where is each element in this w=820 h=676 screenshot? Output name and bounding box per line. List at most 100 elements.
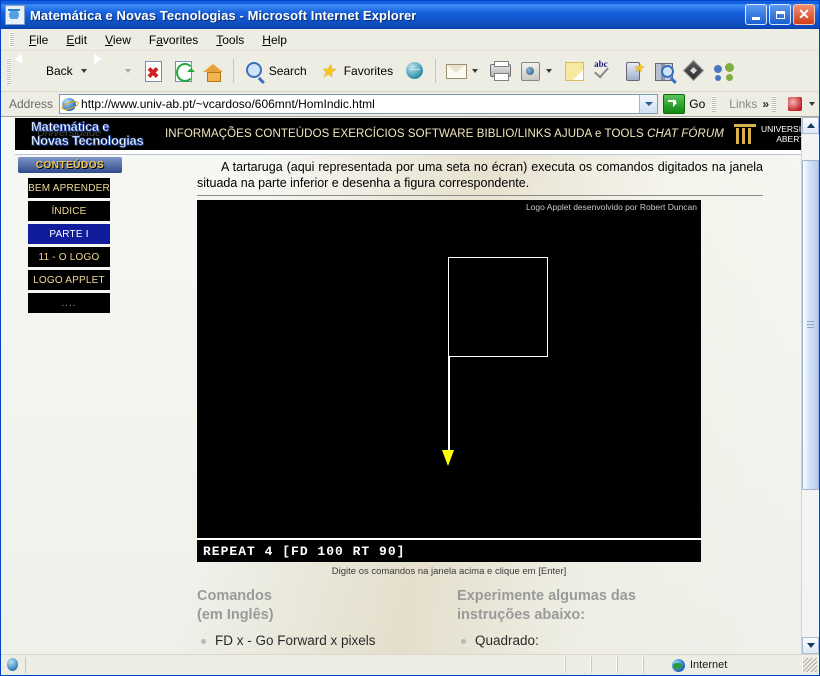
sidebar-item-parte-i[interactable]: PARTE I [28,224,110,244]
menu-item-favorites[interactable]: Favorites [140,31,207,49]
close-icon: ✕ [798,5,810,22]
internet-zone-icon [672,658,685,672]
menu-item-edit[interactable]: Edit [57,31,96,49]
links-overflow-icon[interactable]: » [762,97,769,111]
search-icon [242,59,266,83]
university-line-2: ABERTA [776,134,801,144]
examples-column: Experimente algumas das instruções abaix… [441,587,701,654]
research-button[interactable] [649,55,679,87]
home-button[interactable] [198,55,228,87]
command-input[interactable]: REPEAT 4 [FD 100 RT 90] [197,538,701,562]
banner-underline [15,150,801,155]
resize-grip[interactable] [803,658,817,672]
commands-heading-line2: (em Inglês) [197,607,274,623]
search-button[interactable]: Search [239,55,314,87]
note-icon [562,59,586,83]
chevron-down-icon [644,102,653,106]
site-nav-links[interactable]: INFORMAÇÕES CONTEÚDOS EXERCÍCIOS SOFTWAR… [165,128,644,140]
address-label: Address [9,97,54,111]
examples-heading-line2: instruções abaixo: [457,607,586,623]
spellcheck-button[interactable]: abc [589,55,619,87]
menu-item-tools[interactable]: Tools [207,31,253,49]
site-nav-chat-forum[interactable]: CHAT FÓRUM [647,128,724,140]
sidebar-item-indice[interactable]: ÍNDICE [28,201,110,221]
applet-credit: Logo Applet desenvolvido por Robert Dunc… [525,202,697,212]
contacts-button[interactable] [709,55,739,87]
toolbar-separator-2 [435,59,437,83]
site-logo[interactable]: Universidade Matemática e Novas Tecnolog… [31,119,153,149]
divider [197,195,763,196]
address-input[interactable]: http://www.univ-ab.pt/~vcardoso/606mnt/H… [59,94,659,114]
toolbar-grip[interactable] [7,58,11,84]
main-content: A tartaruga (aqui representada por uma s… [197,159,763,654]
sidebar-item-o-logo[interactable]: 11 - O LOGO [28,247,110,267]
refresh-button[interactable] [168,55,198,87]
scrollbar-track[interactable] [802,134,819,637]
messenger-diamond-button[interactable] [679,55,709,87]
forward-dropdown-icon[interactable] [124,69,131,73]
address-dropdown-button[interactable] [639,95,658,113]
media-button[interactable] [515,55,559,87]
sidebar-item-logo-applet[interactable]: LOGO APPLET [28,270,110,290]
pdf-toolbar-icon[interactable] [787,96,805,113]
status-bar: Internet [1,654,819,675]
security-zone[interactable]: Internet [643,657,803,673]
scroll-up-button[interactable] [802,117,819,134]
turtle-canvas[interactable]: Logo Applet desenvolvido por Robert Dunc… [197,200,701,538]
page-viewport: Universidade Matemática e Novas Tecnolog… [1,117,819,654]
turtle-arrow [442,450,454,466]
back-dropdown-icon[interactable] [80,69,87,73]
go-button[interactable]: Go [663,94,705,114]
menu-item-file[interactable]: FFileile [20,31,57,49]
search-label: Search [268,64,307,78]
site-banner: Universidade Matemática e Novas Tecnolog… [15,118,801,150]
close-button[interactable]: ✕ [793,4,815,25]
sidebar-item-more[interactable]: .... [28,293,110,313]
notes-button[interactable] [559,55,589,87]
universidade-aberta-logo[interactable]: UNIVERSIDADE ABERTA [732,122,801,146]
history-button[interactable] [400,55,430,87]
refresh-icon [171,59,195,83]
chevron-down-icon [806,643,815,648]
mail-icon [444,59,468,83]
vertical-scrollbar[interactable] [801,117,819,654]
menu-grip[interactable] [9,32,14,47]
print-button[interactable] [485,55,515,87]
media-dropdown-icon[interactable] [546,69,553,73]
stop-button[interactable]: ✖ [138,55,168,87]
scroll-down-button[interactable] [802,637,819,654]
pdf-grip[interactable] [772,96,776,112]
browser-window: Matemática e Novas Tecnologias - Microso… [0,0,820,676]
links-label[interactable]: Links [729,97,757,111]
command-text: REPEAT 4 [FD 100 RT 90] [203,543,406,559]
menu-item-view[interactable]: View [96,31,140,49]
favorites-button[interactable]: ★ Favorites [314,55,400,87]
menu-bar: FFileile Edit View Favorites Tools Help [1,29,819,51]
examples-list: Quadrado: REPEAT 4 [FD 100 RT 90] [457,631,701,654]
pdf-dropdown-icon[interactable] [809,102,815,106]
printer-icon [488,59,512,83]
examples-heading-line1: Experimente algumas das [457,588,636,604]
diamond-icon [682,59,706,83]
mail-button[interactable] [441,55,485,87]
web-page-document: Universidade Matemática e Novas Tecnolog… [1,117,801,654]
main-toolbar: Back ✖ Search ★ Favorites abc ★ [1,51,819,92]
sidebar-title: CONTEÚDOS [18,157,122,173]
abc-check-icon: abc [592,59,616,83]
menu-item-help[interactable]: Help [253,31,296,49]
maximize-button[interactable] [769,4,791,25]
scrollbar-thumb[interactable] [802,160,819,490]
forward-button[interactable] [93,54,138,87]
command-name: FD x - Go Forward x pixels [215,633,376,648]
back-button[interactable]: Back [14,54,94,87]
example-code: REPEAT 4 [FD 100 RT 90] [475,650,701,654]
list-item: Quadrado: REPEAT 4 [FD 100 RT 90] [457,631,701,654]
site-nav[interactable]: INFORMAÇÕES CONTEÚDOS EXERCÍCIOS SOFTWAR… [165,128,724,140]
minimize-button[interactable] [745,4,767,25]
logo-applet[interactable]: Logo Applet desenvolvido por Robert Dunc… [197,200,701,562]
links-grip[interactable] [712,96,717,112]
status-pane [617,657,643,673]
messenger-button[interactable]: ★ [619,55,649,87]
sidebar-item-bem-aprender[interactable]: BEM APRENDER [28,178,110,198]
mail-dropdown-icon[interactable] [472,69,479,73]
